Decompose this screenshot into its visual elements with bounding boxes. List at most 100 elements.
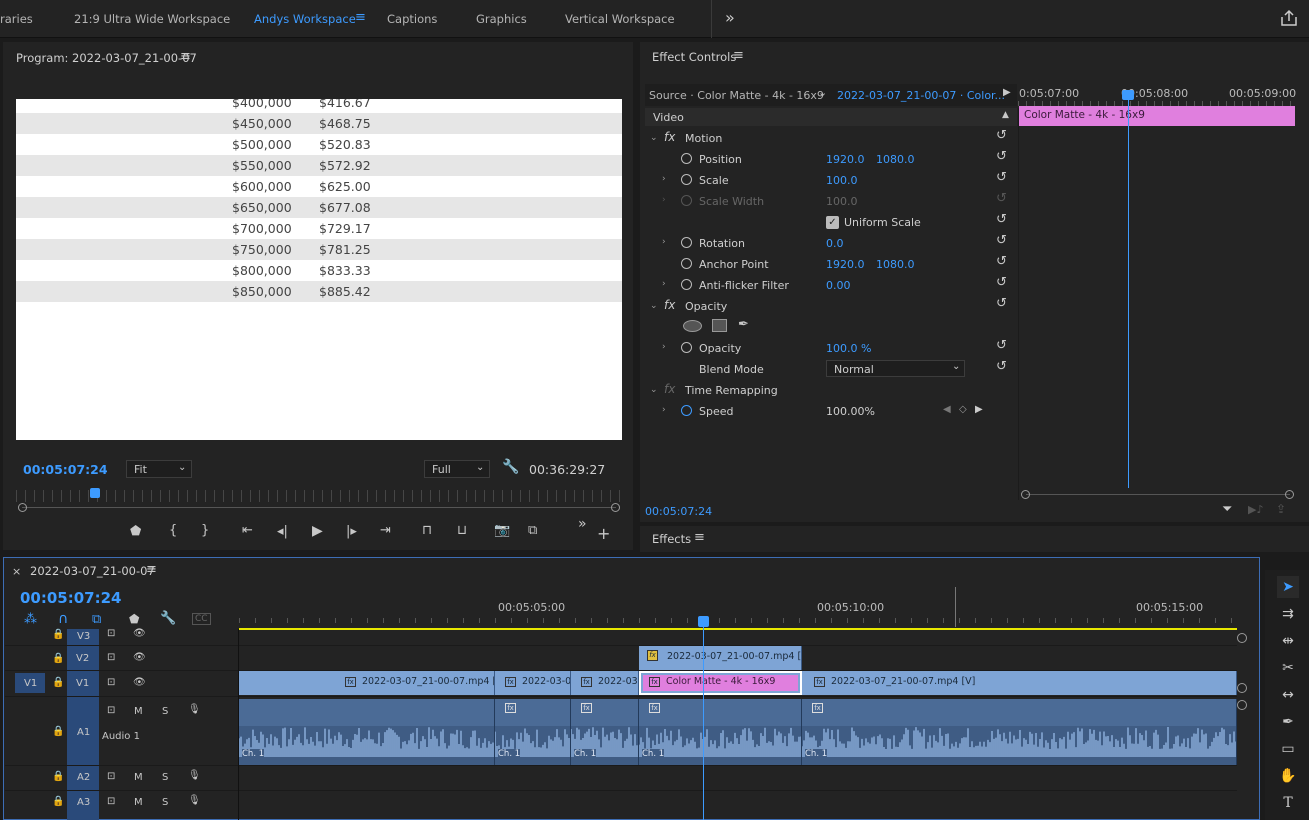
lock-icon[interactable]: 🔒 <box>52 796 64 807</box>
program-playhead[interactable] <box>89 488 100 498</box>
timeline-clip-color-matte[interactable]: fx Color Matte - 4k - 16x9 <box>639 671 802 695</box>
chevron-down-icon[interactable]: ⌄ <box>818 86 827 99</box>
scroll-handle[interactable] <box>1237 633 1247 643</box>
go-to-in-icon[interactable]: ⇤ <box>242 523 253 538</box>
sync-lock-icon[interactable]: ⊡ <box>107 705 115 716</box>
type-tool-icon[interactable]: T <box>1277 792 1299 814</box>
sync-lock-icon[interactable]: ⊡ <box>107 771 115 782</box>
source-label-v1[interactable]: V1 <box>24 678 37 689</box>
step-back-icon[interactable]: ◂| <box>277 524 288 539</box>
overflow-icon[interactable]: » <box>578 516 587 532</box>
mute-button[interactable]: M <box>134 797 143 808</box>
step-forward-icon[interactable]: |▸ <box>346 524 357 539</box>
effect-controls-title[interactable]: Effect Controls <box>652 50 736 64</box>
filter-icon[interactable]: ⏷ <box>1222 502 1232 517</box>
ripple-edit-tool-icon[interactable]: ⇹ <box>1277 630 1299 652</box>
scroll-handle[interactable] <box>1237 700 1247 710</box>
linked-selection-icon[interactable]: ⧉ <box>92 612 101 627</box>
ec-zoom-handle-right[interactable] <box>1285 490 1294 499</box>
stopwatch-icon[interactable] <box>681 279 692 290</box>
next-keyframe-icon[interactable]: ▶ <box>975 404 983 415</box>
reset-icon[interactable]: ↺ <box>996 171 1010 184</box>
razor-tool-icon[interactable]: ✂ <box>1277 657 1299 679</box>
share-icon[interactable] <box>1280 9 1298 27</box>
ec-rotation-value[interactable]: 0.0 <box>826 237 844 250</box>
track-label-a3[interactable]: A3 <box>77 797 90 808</box>
program-video-frame[interactable]: $400,000 $416.67 $450,000 $468.75 $500,000… <box>16 99 622 440</box>
rectangle-mask-icon[interactable] <box>712 319 727 332</box>
timeline-ruler[interactable] <box>239 596 1237 629</box>
reset-icon[interactable]: ↺ <box>996 150 1010 163</box>
ec-scale-value[interactable]: 100.0 <box>826 174 858 187</box>
timeline-audio-clip[interactable]: fx Ch. 1 <box>639 699 802 765</box>
lock-icon[interactable]: 🔒 <box>52 653 64 664</box>
wrench-icon[interactable]: 🔧 <box>502 459 519 475</box>
chevron-right-icon[interactable]: › <box>662 237 666 247</box>
eye-icon[interactable]: 👁 <box>133 652 146 663</box>
stopwatch-icon[interactable] <box>681 237 692 248</box>
panel-menu-icon[interactable]: ≡ <box>146 562 157 577</box>
pen-mask-icon[interactable]: ✒ <box>738 317 749 332</box>
microphone-icon[interactable]: 🎙 <box>188 704 201 715</box>
uniform-scale-checkbox[interactable]: ✓ <box>826 216 839 229</box>
timeline-clip-v1[interactable]: fx 2022-03-07_21-00-07.mp4 [V] <box>802 671 1237 695</box>
ec-position-x[interactable]: 1920.0 <box>826 153 865 166</box>
fx-icon[interactable]: fx <box>664 130 675 144</box>
track-label-a1[interactable]: A1 <box>77 727 90 738</box>
chevron-down-icon[interactable]: ⌄ <box>650 385 658 395</box>
reset-icon[interactable]: ↺ <box>996 339 1010 352</box>
fx-icon[interactable]: fx <box>664 298 675 312</box>
add-marker-icon[interactable]: ⬟ <box>129 612 139 626</box>
ec-speed-value[interactable]: 100.00% <box>826 405 875 418</box>
workspace-tab-graphics[interactable]: Graphics <box>476 12 527 26</box>
timeline-clip-v2[interactable]: fx 2022-03-07_21-00-07.mp4 [V] <box>639 646 802 670</box>
snap-icon[interactable]: ∩ <box>58 611 68 627</box>
mark-out-icon[interactable]: } <box>201 523 209 538</box>
timeline-audio-clip[interactable]: fx Ch. 1 <box>802 699 1237 765</box>
rectangle-tool-icon[interactable]: ▭ <box>1277 738 1299 760</box>
mute-button[interactable]: M <box>134 772 143 783</box>
chevron-down-icon[interactable]: ⌄ <box>650 133 658 143</box>
ec-position-y[interactable]: 1080.0 <box>876 153 915 166</box>
workspace-tab-ultrawide[interactable]: 21:9 Ultra Wide Workspace <box>74 12 230 26</box>
reset-icon[interactable]: ↺ <box>996 234 1010 247</box>
reset-icon[interactable]: ↺ <box>996 129 1010 142</box>
blend-mode-dropdown[interactable]: Normal ⌄ <box>826 360 965 377</box>
mark-in-icon[interactable]: { <box>169 523 177 538</box>
timeline-clip-v1[interactable]: fx 2022-03- <box>571 671 639 695</box>
zoom-handle-right[interactable] <box>611 503 620 512</box>
ec-playhead[interactable] <box>1122 90 1134 100</box>
chevron-right-icon[interactable]: › <box>662 342 666 352</box>
stopwatch-icon[interactable] <box>681 174 692 185</box>
ec-source-label[interactable]: Source · Color Matte - 4k - 16x9 <box>649 89 824 102</box>
play-only-icon[interactable]: ▶ <box>1003 87 1011 98</box>
hand-tool-icon[interactable]: ✋ <box>1277 765 1299 787</box>
timeline-audio-clip[interactable]: Ch. 1 <box>239 699 495 765</box>
program-monitor-title[interactable]: Program: 2022-03-07_21-00-07 <box>16 51 197 65</box>
reset-icon[interactable]: ↺ <box>996 213 1010 226</box>
track-label-a2[interactable]: A2 <box>77 772 90 783</box>
play-icon[interactable]: ▶ <box>312 523 323 539</box>
eye-icon[interactable]: 👁 <box>133 628 146 639</box>
ec-zoom-handle-left[interactable] <box>1021 490 1030 499</box>
add-keyframe-icon[interactable]: ◇ <box>959 404 967 415</box>
add-marker-icon[interactable]: ⬟ <box>130 524 141 539</box>
quality-dropdown[interactable]: Full ⌄ <box>424 460 490 478</box>
ec-antiflicker-value[interactable]: 0.00 <box>826 279 851 292</box>
reset-icon[interactable]: ↺ <box>996 276 1010 289</box>
collapse-up-icon[interactable]: ▲ <box>1002 110 1009 120</box>
ec-timecode[interactable]: 00:05:07:24 <box>645 505 712 518</box>
nest-icon[interactable]: ⁂ <box>24 612 37 627</box>
pen-tool-icon[interactable]: ✒ <box>1277 711 1299 733</box>
ec-anchor-x[interactable]: 1920.0 <box>826 258 865 271</box>
workspace-tab-libraries[interactable]: raries <box>0 12 33 26</box>
timeline-title[interactable]: 2022-03-07_21-00-07 <box>30 564 155 578</box>
scroll-handle[interactable] <box>1237 683 1247 693</box>
timeline-timecode[interactable]: 00:05:07:24 <box>20 589 122 607</box>
workspace-tab-andys[interactable]: Andys Workspace <box>254 12 356 26</box>
panel-menu-icon[interactable]: ≡ <box>180 49 191 64</box>
go-to-out-icon[interactable]: ⇥ <box>380 523 391 538</box>
sync-lock-icon[interactable]: ⊡ <box>107 628 115 639</box>
microphone-icon[interactable]: 🎙 <box>188 770 201 781</box>
stopwatch-icon[interactable] <box>681 258 692 269</box>
